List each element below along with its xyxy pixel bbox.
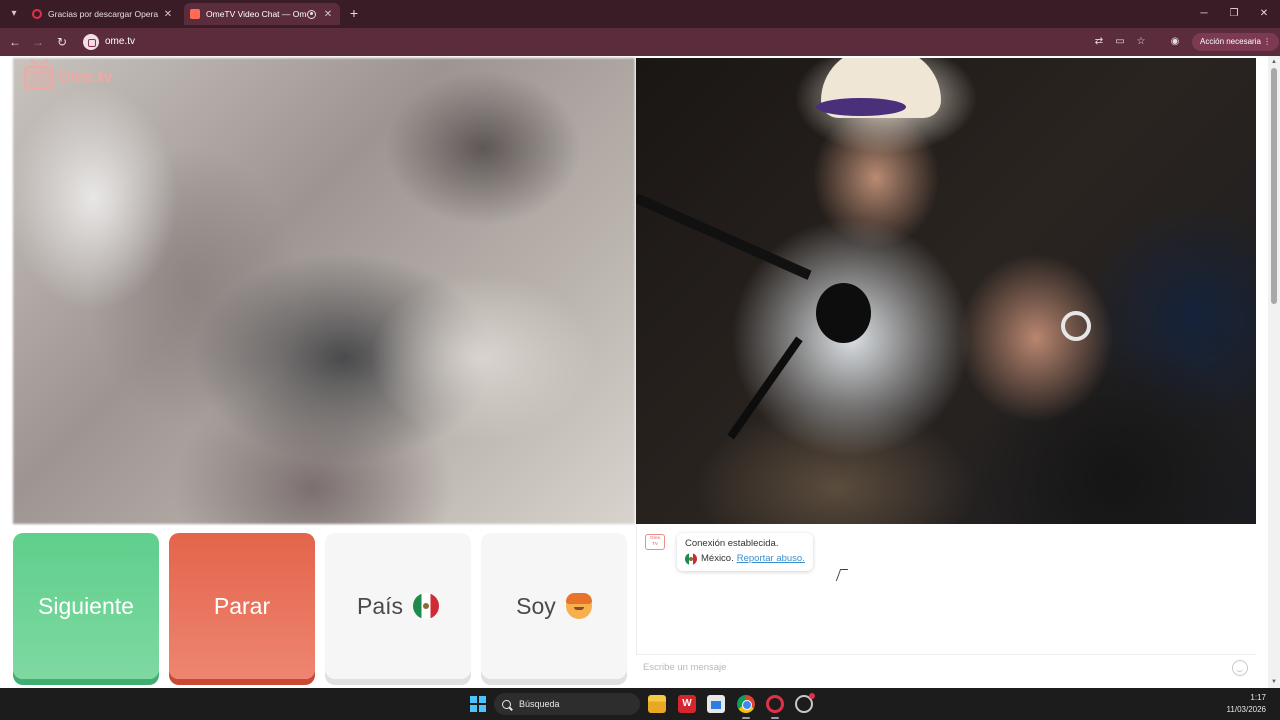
next-button[interactable]: Siguiente <box>13 533 159 679</box>
wps-office-icon[interactable]: W <box>678 695 696 713</box>
scroll-up-icon[interactable]: ▲ <box>1270 58 1278 66</box>
ometv-favicon-icon <box>190 9 200 19</box>
tab-bar: ▾ Gracias por descargar Opera ✕ OmeTV Vi… <box>0 0 1280 28</box>
close-tab-icon[interactable]: ✕ <box>322 9 334 20</box>
file-explorer-icon[interactable] <box>648 695 666 713</box>
next-button-label: Siguiente <box>38 592 134 619</box>
url-text[interactable]: ome.tv <box>105 36 135 47</box>
tab-title: Gracias por descargar Opera <box>48 9 159 19</box>
video-figure <box>727 336 803 440</box>
reload-icon[interactable]: ↻ <box>54 34 70 50</box>
partner-country: México. <box>701 553 734 564</box>
back-icon[interactable]: ← <box>7 34 23 50</box>
windows-taskbar: Búsqueda W 1:17 11/03/2026 <box>0 688 1280 720</box>
message-input[interactable]: Escribe un mensaje <box>636 654 1256 680</box>
address-bar: ← → ↻ ome.tv ⇄ ▭ ☆ ◉ Acción necesaria ⋮ <box>0 28 1280 56</box>
tab-title: OmeTV Video Chat — Ome <box>206 9 307 19</box>
country-button-label: País <box>356 592 404 619</box>
recording-icon <box>307 9 316 19</box>
active-app-indicator <box>742 717 750 719</box>
message-input-placeholder: Escribe un mensaje <box>643 662 727 673</box>
restore-icon[interactable]: ❐ <box>1226 6 1242 22</box>
page-scrollbar[interactable]: ▲ ▼ <box>1268 56 1280 688</box>
tv-logo-icon: Ome TV <box>24 66 54 90</box>
connection-status: Conexión establecida. <box>685 538 779 549</box>
opera-icon[interactable] <box>766 695 784 713</box>
scroll-down-icon[interactable]: ▼ <box>1270 678 1278 686</box>
scrollbar-thumb[interactable] <box>1271 68 1277 304</box>
chrome-icon[interactable] <box>737 695 755 713</box>
forward-icon[interactable]: → <box>30 34 46 50</box>
minimize-icon[interactable]: ─ <box>1196 6 1212 22</box>
action-needed-button[interactable]: Acción necesaria ⋮ <box>1192 33 1280 51</box>
mexico-flag-icon <box>685 552 697 565</box>
clock-date: 11/03/2026 <box>1226 705 1266 714</box>
close-window-icon[interactable]: ✕ <box>1256 6 1272 22</box>
bookmark-star-icon[interactable]: ☆ <box>1134 35 1148 49</box>
stranger-video <box>13 58 635 524</box>
brand-name: Ome.tv <box>58 69 113 86</box>
video-figure <box>636 193 812 280</box>
stop-button-label: Parar <box>213 592 271 619</box>
site-info-icon[interactable] <box>83 34 99 50</box>
close-tab-icon[interactable]: ✕ <box>162 9 174 20</box>
active-app-indicator <box>771 717 779 719</box>
video-figure <box>816 98 906 116</box>
account-icon[interactable]: ◉ <box>1168 35 1182 49</box>
clock-time: 1:17 <box>1250 693 1266 702</box>
gender-button-label: Soy <box>516 592 556 619</box>
windows-start-icon[interactable] <box>470 696 486 712</box>
video-figure <box>1061 311 1091 341</box>
new-tab-icon[interactable]: + <box>346 5 362 21</box>
system-clock[interactable]: 1:17 11/03/2026 <box>1210 692 1266 716</box>
tab-ometv[interactable]: OmeTV Video Chat — Ome ✕ <box>184 3 340 25</box>
system-message: Conexión establecida. México. Reportar a… <box>677 533 813 571</box>
search-icon <box>502 699 511 709</box>
own-camera-video <box>636 58 1256 524</box>
action-needed-label: Acción necesaria <box>1200 37 1261 46</box>
opera-gx-icon[interactable] <box>795 693 815 713</box>
ometv-chat-logo-icon: Ome TV <box>645 534 665 550</box>
ometv-logo: Ome TV Ome.tv <box>24 66 112 90</box>
stop-button[interactable]: Parar <box>169 533 315 679</box>
video-figure <box>816 283 871 343</box>
opera-icon <box>32 9 42 19</box>
country-filter-button[interactable]: País <box>325 533 471 679</box>
emoji-icon[interactable] <box>1232 660 1248 676</box>
tab-opera-download[interactable]: Gracias por descargar Opera ✕ <box>26 3 180 25</box>
boy-face-emoji-icon <box>565 593 592 619</box>
cast-icon[interactable]: ▭ <box>1113 35 1127 49</box>
search-label: Búsqueda <box>519 699 560 709</box>
tab-menu-icon[interactable]: ▾ <box>6 6 22 22</box>
mexico-flag-icon <box>413 593 440 619</box>
gender-filter-button[interactable]: Soy <box>481 533 627 679</box>
taskbar-search[interactable]: Búsqueda <box>494 693 640 715</box>
translate-icon[interactable]: ⇄ <box>1092 35 1106 49</box>
page-content: Ome TV Ome.tv Siguiente Parar País Soy O… <box>0 56 1280 688</box>
report-abuse-link[interactable]: Reportar abuso. <box>737 551 805 566</box>
mouse-cursor-icon <box>835 569 849 581</box>
microsoft-store-icon[interactable] <box>707 695 725 713</box>
